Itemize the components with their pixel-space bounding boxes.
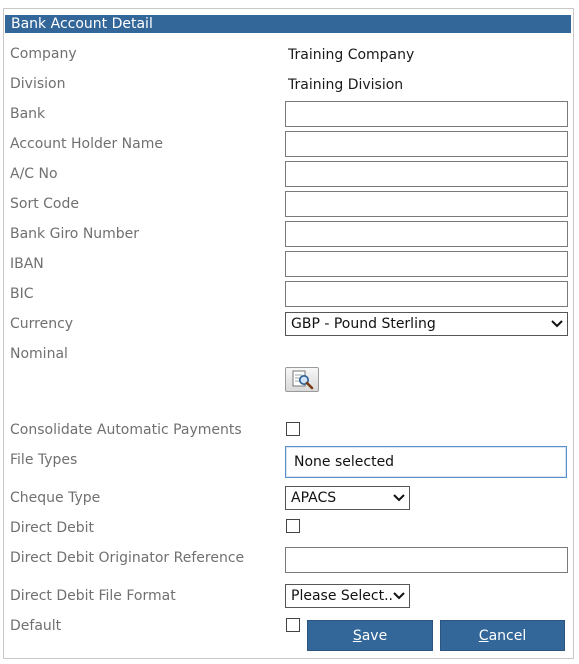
save-accesskey: S	[352, 628, 362, 644]
direct-debit-originator-reference-label: Direct Debit Originator Reference	[10, 550, 245, 566]
company-value: Training Company	[288, 47, 415, 63]
sort-code-input[interactable]	[285, 191, 568, 217]
chevron-down-icon	[551, 320, 563, 328]
direct-debit-originator-reference-input[interactable]	[285, 547, 568, 573]
consolidate-automatic-payments-checkbox[interactable]	[286, 422, 300, 436]
default-checkbox[interactable]	[286, 618, 300, 632]
division-value: Training Division	[288, 77, 404, 93]
ac-no-label: A/C No	[10, 166, 58, 182]
direct-debit-checkbox[interactable]	[286, 519, 300, 533]
cheque-type-select[interactable]: APACS	[285, 486, 410, 510]
iban-input[interactable]	[285, 251, 568, 277]
cancel-button[interactable]: Cancel	[440, 620, 565, 651]
bic-input[interactable]	[285, 281, 568, 307]
currency-label: Currency	[10, 316, 74, 332]
sort-code-label: Sort Code	[10, 196, 79, 212]
bank-label: Bank	[10, 106, 46, 122]
account-holder-name-label: Account Holder Name	[10, 136, 163, 152]
iban-label: IBAN	[10, 256, 44, 272]
save-label-rest: ave	[361, 628, 388, 644]
chevron-down-icon	[392, 589, 406, 603]
cancel-accesskey: C	[478, 628, 489, 644]
file-types-label: File Types	[10, 452, 78, 468]
company-label: Company	[10, 46, 77, 62]
magnifier-lookup-icon	[292, 370, 314, 390]
consolidate-automatic-payments-label: Consolidate Automatic Payments	[10, 422, 242, 438]
currency-select[interactable]: GBP - Pound Sterling	[285, 312, 568, 336]
direct-debit-file-format-selected-value: Please Select...	[291, 588, 398, 604]
cancel-label-rest: ancel	[488, 628, 527, 644]
currency-selected-value: GBP - Pound Sterling	[291, 316, 436, 332]
ac-no-input[interactable]	[285, 161, 568, 187]
save-button[interactable]: Save	[307, 620, 433, 651]
direct-debit-label: Direct Debit	[10, 520, 95, 536]
cheque-type-label: Cheque Type	[10, 490, 101, 506]
panel-title: Bank Account Detail	[5, 15, 571, 33]
nominal-label: Nominal	[10, 346, 68, 362]
account-holder-name-input[interactable]	[285, 131, 568, 157]
direct-debit-file-format-select[interactable]: Please Select...	[285, 584, 410, 608]
default-label: Default	[10, 618, 62, 634]
cheque-type-selected-value: APACS	[291, 490, 337, 506]
bank-giro-number-input[interactable]	[285, 221, 568, 247]
chevron-down-icon	[393, 494, 405, 502]
bank-input[interactable]	[285, 101, 568, 127]
division-label: Division	[10, 76, 66, 92]
nominal-lookup-button[interactable]	[285, 367, 319, 392]
file-types-selected-value: None selected	[294, 454, 395, 470]
direct-debit-file-format-label: Direct Debit File Format	[10, 588, 176, 604]
bank-giro-number-label: Bank Giro Number	[10, 226, 140, 242]
bic-label: BIC	[10, 286, 34, 302]
file-types-multiselect[interactable]: None selected	[285, 446, 567, 478]
